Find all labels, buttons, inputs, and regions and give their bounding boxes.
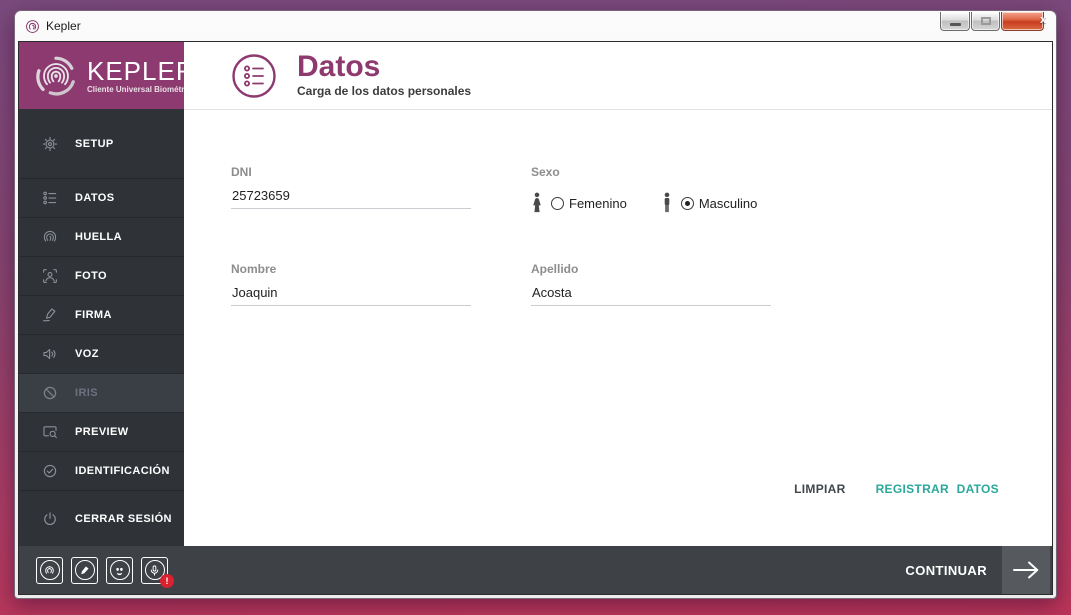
dni-label: DNI bbox=[231, 165, 471, 179]
kepler-logo-fingerprint-icon bbox=[33, 53, 79, 99]
signature-status-icon[interactable] bbox=[71, 557, 98, 584]
list-icon bbox=[41, 189, 59, 207]
page-title: Datos bbox=[297, 50, 471, 83]
speaker-icon bbox=[41, 345, 59, 363]
sidebar-item-iris[interactable]: IRIS bbox=[19, 374, 184, 413]
sidebar-item-voz[interactable]: VOZ bbox=[19, 335, 184, 374]
sidebar-item-label: DATOS bbox=[75, 192, 115, 204]
sidebar-item-preview[interactable]: PREVIEW bbox=[19, 413, 184, 452]
microphone-alert-badge: ! bbox=[160, 574, 174, 588]
femenino-radio[interactable] bbox=[551, 197, 564, 210]
apellido-field-group: Apellido bbox=[531, 262, 771, 306]
power-icon bbox=[41, 510, 59, 528]
sidebar-item-label: HUELLA bbox=[75, 231, 122, 243]
window-title: Kepler bbox=[46, 19, 81, 33]
sidebar-item-identificacion[interactable]: IDENTIFICACIÓN bbox=[19, 452, 184, 491]
sidebar-item-huella[interactable]: HUELLA bbox=[19, 218, 184, 257]
main-panel: Datos Carga de los datos personales DNI … bbox=[184, 42, 1052, 546]
sidebar-menu: SETUP DATOS bbox=[19, 109, 184, 546]
sidebar-item-label: FIRMA bbox=[75, 309, 112, 321]
brand-tagline: Cliente Universal Biométrico bbox=[87, 85, 196, 94]
sidebar-item-label: SETUP bbox=[75, 138, 114, 150]
sidebar-item-foto[interactable]: FOTO bbox=[19, 257, 184, 296]
document-magnifier-icon bbox=[41, 423, 59, 441]
form-actions: LIMPIAR REGISTRAR DATOS bbox=[794, 482, 999, 496]
continuar-label[interactable]: CONTINUAR bbox=[905, 563, 987, 578]
radio-option-femenino[interactable]: Femenino bbox=[531, 192, 627, 215]
titlebar[interactable]: Kepler x bbox=[15, 11, 1056, 41]
femenino-label: Femenino bbox=[569, 196, 627, 211]
sexo-label: Sexo bbox=[531, 165, 831, 179]
photo-person-icon bbox=[41, 267, 59, 285]
sidebar-item-label: VOZ bbox=[75, 348, 99, 360]
microphone-status-icon[interactable]: ! bbox=[141, 557, 168, 584]
blocked-icon bbox=[41, 384, 59, 402]
maximize-button[interactable] bbox=[971, 12, 1000, 31]
pen-signature-icon bbox=[41, 306, 59, 324]
fingerprint-status-icon[interactable] bbox=[36, 557, 63, 584]
minimize-button[interactable] bbox=[940, 12, 970, 31]
biometric-status-icons: ! bbox=[36, 557, 168, 584]
nombre-field-group: Nombre bbox=[231, 262, 471, 306]
male-icon bbox=[661, 192, 673, 215]
sidebar-item-label: IDENTIFICACIÓN bbox=[75, 465, 170, 477]
sidebar-item-label: PREVIEW bbox=[75, 426, 129, 438]
apellido-input[interactable] bbox=[531, 285, 771, 306]
sidebar-item-datos[interactable]: DATOS bbox=[19, 179, 184, 218]
page-subtitle: Carga de los datos personales bbox=[297, 84, 471, 98]
dni-input[interactable] bbox=[231, 188, 471, 209]
radio-option-masculino[interactable]: Masculino bbox=[661, 192, 758, 215]
sidebar-item-label: CERRAR SESIÓN bbox=[75, 513, 172, 525]
datos-list-circle-icon bbox=[231, 53, 277, 99]
sidebar: KEPLER Cliente Universal Biométrico SETU… bbox=[19, 42, 184, 546]
bottom-bar: ! CONTINUAR bbox=[19, 546, 1052, 594]
female-icon bbox=[531, 192, 543, 215]
logo-header: KEPLER Cliente Universal Biométrico bbox=[19, 42, 184, 109]
continuar-arrow-button[interactable] bbox=[1002, 546, 1050, 594]
sidebar-item-firma[interactable]: FIRMA bbox=[19, 296, 184, 335]
datos-form: DNI Sexo Femenino bbox=[184, 110, 1052, 546]
app-content: KEPLER Cliente Universal Biométrico SETU… bbox=[18, 41, 1053, 595]
dni-field-group: DNI bbox=[231, 165, 471, 209]
app-window: Kepler x bbox=[14, 10, 1057, 599]
sidebar-item-setup[interactable]: SETUP bbox=[19, 109, 184, 179]
fingerprint-icon bbox=[41, 228, 59, 246]
sidebar-item-cerrar-sesion[interactable]: CERRAR SESIÓN bbox=[19, 491, 184, 546]
limpiar-button[interactable]: LIMPIAR bbox=[794, 482, 845, 496]
gear-icon bbox=[41, 135, 59, 153]
sexo-field-group: Sexo Femenino bbox=[531, 165, 831, 215]
registrar-datos-button[interactable]: REGISTRAR DATOS bbox=[876, 482, 999, 496]
close-button[interactable]: x bbox=[1001, 12, 1044, 31]
nombre-input[interactable] bbox=[231, 285, 471, 306]
brand-name: KEPLER bbox=[87, 58, 196, 84]
apellido-label: Apellido bbox=[531, 262, 771, 276]
sidebar-item-label: FOTO bbox=[75, 270, 107, 282]
masculino-label: Masculino bbox=[699, 196, 758, 211]
masculino-radio[interactable] bbox=[681, 197, 694, 210]
kepler-fingerprint-icon bbox=[25, 19, 40, 34]
arrow-right-icon bbox=[1011, 559, 1041, 581]
nombre-label: Nombre bbox=[231, 262, 471, 276]
face-status-icon[interactable] bbox=[106, 557, 133, 584]
check-circle-icon bbox=[41, 462, 59, 480]
sidebar-item-label: IRIS bbox=[75, 387, 98, 399]
main-header: Datos Carga de los datos personales bbox=[184, 42, 1052, 110]
